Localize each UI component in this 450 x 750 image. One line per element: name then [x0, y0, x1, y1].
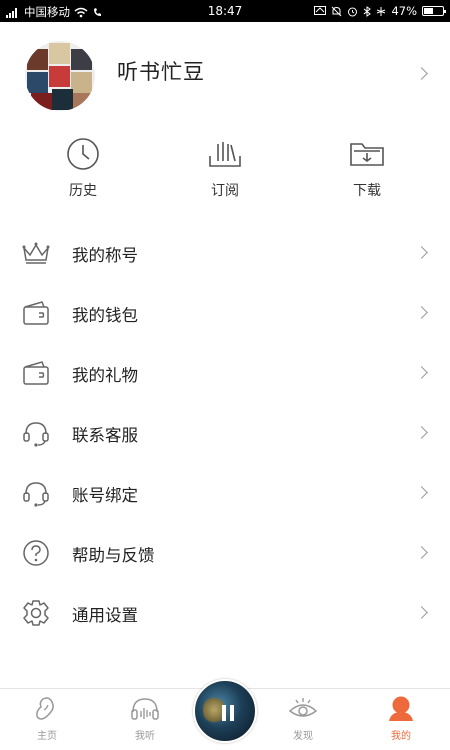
user-icon — [389, 696, 413, 721]
tab-label: 我听 — [135, 731, 155, 742]
tab-my-listening[interactable]: 我听 — [110, 689, 180, 750]
tab-label: 主页 — [37, 731, 57, 742]
menu-item-label: 通用设置 — [72, 606, 138, 625]
vibrate-icon — [377, 6, 386, 16]
chevron-right-icon — [415, 486, 428, 499]
profile-chevron-right-icon — [415, 67, 428, 80]
download-label: 下载 — [353, 183, 381, 199]
menu-item-label: 联系客服 — [72, 426, 138, 445]
menu-item-title[interactable]: 我的称号 — [0, 223, 450, 283]
tab-home[interactable]: 主页 — [12, 689, 82, 750]
quick-actions: 历史 订阅 下载 — [0, 130, 450, 210]
history-button[interactable]: 历史 — [43, 130, 123, 210]
status-bar: 中国移动 18:47 47% — [0, 0, 450, 22]
cast-icon — [314, 5, 327, 15]
menu-item-label: 我的礼物 — [72, 366, 138, 385]
chevron-right-icon — [415, 306, 428, 319]
chevron-right-icon — [415, 426, 428, 439]
headset-icon — [23, 422, 49, 447]
username: 听书忙豆 — [117, 60, 205, 84]
chevron-right-icon — [415, 366, 428, 379]
history-label: 历史 — [69, 183, 97, 199]
help-icon — [23, 540, 49, 566]
gift-wallet-icon — [23, 361, 49, 385]
subscription-icon — [209, 142, 241, 167]
settings-gear-icon — [23, 600, 49, 626]
chevron-right-icon — [415, 246, 428, 259]
subscribe-button[interactable]: 订阅 — [185, 130, 265, 210]
pause-icon — [222, 705, 234, 721]
bean-home-icon — [36, 697, 54, 720]
alarm-silent-icon — [332, 6, 342, 16]
alarm-clock-icon — [348, 7, 358, 16]
tab-mine[interactable]: 我的 — [366, 689, 436, 750]
menu-item-gifts[interactable]: 我的礼物 — [0, 343, 450, 403]
menu-item-help-feedback[interactable]: 帮助与反馈 — [0, 523, 450, 583]
profile-header[interactable]: 听书忙豆 — [0, 22, 450, 128]
wallet-icon — [23, 301, 49, 325]
status-right: 47% — [314, 4, 446, 18]
battery-text: 47% — [391, 4, 417, 18]
eye-icon — [288, 698, 318, 717]
avatar[interactable] — [25, 41, 95, 111]
menu-item-label: 账号绑定 — [72, 486, 138, 505]
menu-item-customer-service[interactable]: 联系客服 — [0, 403, 450, 463]
menu-item-label: 帮助与反馈 — [72, 546, 155, 565]
tab-label: 我的 — [391, 731, 411, 742]
subscribe-label: 订阅 — [211, 183, 239, 199]
menu-item-wallet[interactable]: 我的钱包 — [0, 283, 450, 343]
bluetooth-icon — [364, 5, 372, 17]
tab-label: 发现 — [293, 731, 313, 742]
menu-item-label: 我的钱包 — [72, 306, 138, 325]
menu-item-account-binding[interactable]: 账号绑定 — [0, 463, 450, 523]
tab-discover[interactable]: 发现 — [268, 689, 338, 750]
chevron-right-icon — [415, 606, 428, 619]
clock-icon — [67, 138, 99, 170]
download-button[interactable]: 下载 — [327, 130, 407, 210]
now-playing-button[interactable] — [193, 679, 257, 743]
battery-icon — [422, 6, 446, 16]
chevron-right-icon — [415, 546, 428, 559]
crown-icon — [22, 242, 50, 264]
headphones-icon — [131, 698, 159, 720]
menu-item-settings[interactable]: 通用设置 — [0, 583, 450, 643]
headset-icon — [23, 482, 49, 507]
download-folder-icon — [350, 143, 384, 166]
menu-item-label: 我的称号 — [72, 246, 138, 265]
